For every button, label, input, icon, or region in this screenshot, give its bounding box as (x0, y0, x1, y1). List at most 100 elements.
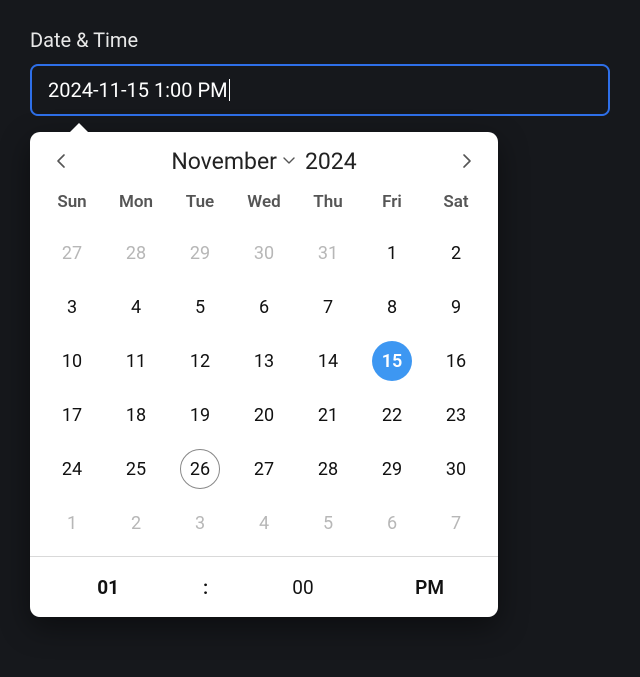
month-label: November (171, 148, 277, 175)
day-number: 26 (180, 449, 220, 489)
day-cell[interactable]: 19 (168, 388, 232, 442)
day-cell[interactable]: 5 (168, 280, 232, 334)
day-cell[interactable]: 14 (296, 334, 360, 388)
day-number: 4 (244, 503, 284, 543)
day-cell[interactable]: 30 (232, 226, 296, 280)
time-colon: : (176, 576, 234, 599)
day-cell[interactable]: 4 (232, 496, 296, 550)
day-cell[interactable]: 2 (424, 226, 488, 280)
datetime-input[interactable]: 2024-11-15 1:00 PM (30, 64, 610, 116)
dow-sun: Sun (40, 182, 104, 226)
day-number: 10 (52, 341, 92, 381)
day-cell[interactable]: 3 (168, 496, 232, 550)
week-row: 17 1819 20 21 22 23 (40, 388, 488, 442)
day-number: 30 (244, 233, 284, 273)
day-cell[interactable]: 8 (360, 280, 424, 334)
day-cell[interactable]: 5 (296, 496, 360, 550)
day-cell[interactable]: 3 (40, 280, 104, 334)
day-number: 5 (180, 287, 220, 327)
day-cell[interactable]: 21 (296, 388, 360, 442)
day-number: 28 (116, 233, 156, 273)
day-number: 8 (372, 287, 412, 327)
datetime-input-value: 2024-11-15 1:00 PM (48, 78, 228, 102)
day-number: 3 (180, 503, 220, 543)
day-number: 1 (372, 233, 412, 273)
calendar-title: November 2024 (171, 148, 356, 175)
day-cell[interactable]: 30 (424, 442, 488, 496)
day-number: 20 (244, 395, 284, 435)
day-cell[interactable]: 27 (40, 226, 104, 280)
day-cell[interactable]: 1 (360, 226, 424, 280)
day-cell[interactable]: 23 (424, 388, 488, 442)
day-number: 3 (52, 287, 92, 327)
day-cell[interactable]: 16 (424, 334, 488, 388)
day-number: 25 (116, 449, 156, 489)
day-number: 29 (372, 449, 412, 489)
day-cell[interactable]: 28 (104, 226, 168, 280)
chevron-down-icon (283, 157, 295, 165)
dow-tue: Tue (168, 182, 232, 226)
day-cell[interactable]: 20 (232, 388, 296, 442)
day-cell[interactable]: 24 (40, 442, 104, 496)
calendar-grid: 2728293031123456789101112131415161718192… (40, 226, 488, 550)
day-cell[interactable]: 7 (296, 280, 360, 334)
day-number: 29 (180, 233, 220, 273)
day-cell[interactable]: 10 (40, 334, 104, 388)
day-cell[interactable]: 12 (168, 334, 232, 388)
day-number: 13 (244, 341, 284, 381)
day-number: 28 (308, 449, 348, 489)
day-cell[interactable]: 1 (40, 496, 104, 550)
day-number: 2 (116, 503, 156, 543)
day-cell[interactable]: 17 (40, 388, 104, 442)
chevron-left-icon (56, 153, 66, 169)
day-number: 1 (52, 503, 92, 543)
week-row: 24 25 26 27 28 29 30 (40, 442, 488, 496)
day-cell[interactable]: 11 (104, 334, 168, 388)
day-cell[interactable]: 27 (232, 442, 296, 496)
day-cell[interactable]: 28 (296, 442, 360, 496)
month-select[interactable]: November (171, 148, 295, 175)
day-cell[interactable]: 4 (104, 280, 168, 334)
day-cell[interactable]: 13 (232, 334, 296, 388)
day-number: 5 (308, 503, 348, 543)
day-number: 21 (308, 395, 348, 435)
prev-month-button[interactable] (46, 146, 76, 176)
week-row: 1234567 (40, 496, 488, 550)
day-cell[interactable]: 29 (360, 442, 424, 496)
day-cell[interactable]: 25 (104, 442, 168, 496)
day-cell[interactable]: 7 (424, 496, 488, 550)
day-number: 12 (180, 341, 220, 381)
day-cell[interactable]: 18 (104, 388, 168, 442)
minute-select[interactable]: 00 (235, 576, 371, 599)
day-cell[interactable]: 6 (360, 496, 424, 550)
day-cell[interactable]: 2 (104, 496, 168, 550)
dow-wed: Wed (232, 182, 296, 226)
day-cell[interactable]: 29 (168, 226, 232, 280)
day-cell[interactable]: 9 (424, 280, 488, 334)
day-number: 2 (436, 233, 476, 273)
datetime-popover: November 2024 Sun Mon Tue Wed Thu Fri Sa… (30, 132, 498, 617)
dow-mon: Mon (104, 182, 168, 226)
day-number: 6 (372, 503, 412, 543)
day-cell[interactable]: 31 (296, 226, 360, 280)
day-number: 24 (52, 449, 92, 489)
day-cell[interactable]: 15 (360, 334, 424, 388)
ampm-select[interactable]: PM (371, 576, 488, 599)
dow-thu: Thu (296, 182, 360, 226)
week-row: 3456789 (40, 280, 488, 334)
day-cell[interactable]: 6 (232, 280, 296, 334)
day-cell[interactable]: 26 (168, 442, 232, 496)
day-number: 31 (308, 233, 348, 273)
day-number: 15 (372, 341, 412, 381)
day-number: 30 (436, 449, 476, 489)
day-number: 17 (52, 395, 92, 435)
year-select[interactable]: 2024 (305, 148, 357, 175)
day-number: 22 (372, 395, 412, 435)
hour-select[interactable]: 01 (40, 576, 176, 599)
week-row: 27 28 29 30 31 12 (40, 226, 488, 280)
next-month-button[interactable] (452, 146, 482, 176)
day-number: 16 (436, 341, 476, 381)
time-row: 01 : 00 PM (40, 557, 488, 617)
day-cell[interactable]: 22 (360, 388, 424, 442)
day-number: 14 (308, 341, 348, 381)
